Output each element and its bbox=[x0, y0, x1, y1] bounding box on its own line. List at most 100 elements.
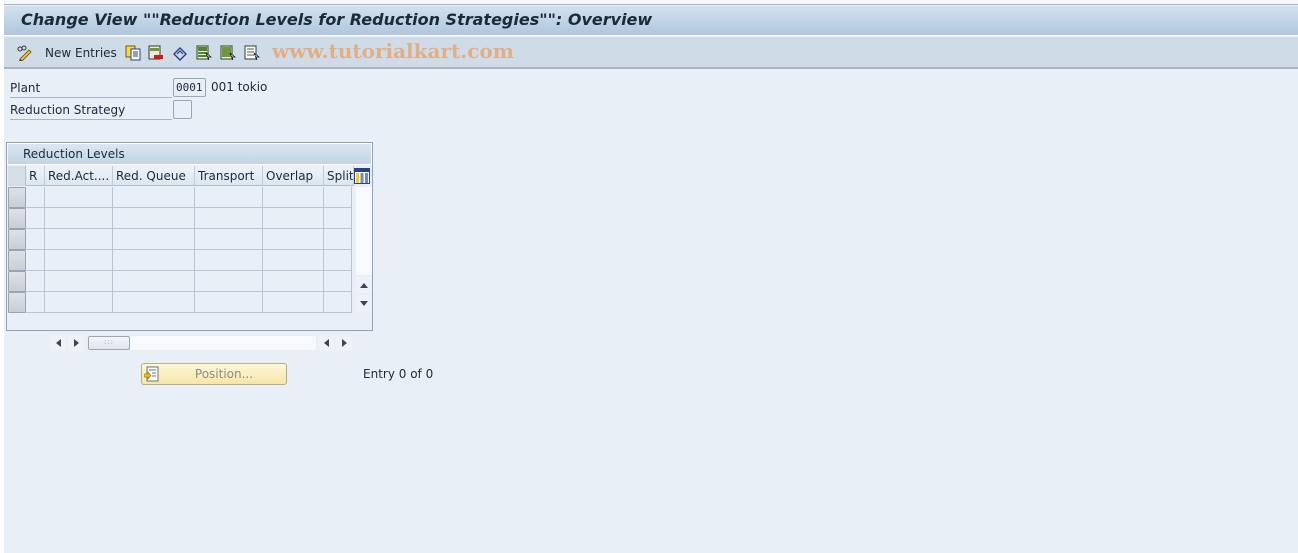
column-header[interactable]: Red. Queue bbox=[113, 166, 195, 186]
scroll-left-button[interactable] bbox=[50, 335, 66, 351]
pencil-glasses-icon bbox=[17, 45, 32, 61]
arrow-down-icon bbox=[360, 300, 368, 306]
copy-as-button[interactable] bbox=[125, 44, 141, 62]
column-header[interactable]: Split bbox=[324, 166, 354, 186]
table-cell[interactable] bbox=[324, 250, 352, 271]
table-cell[interactable] bbox=[195, 187, 263, 208]
table-cell[interactable] bbox=[45, 292, 113, 313]
table-cell[interactable] bbox=[113, 292, 195, 313]
display-change-button[interactable] bbox=[16, 44, 32, 62]
reduction-strategy-input[interactable] bbox=[173, 100, 192, 119]
scroll-up-button[interactable] bbox=[356, 277, 372, 293]
select-block-icon bbox=[220, 45, 236, 61]
table-cell[interactable] bbox=[113, 229, 195, 250]
arrow-left-icon bbox=[55, 339, 61, 347]
position-button-label: Position... bbox=[194, 367, 254, 381]
arrow-right-icon bbox=[73, 339, 79, 347]
column-configuration-icon[interactable] bbox=[354, 168, 370, 184]
table-cell[interactable] bbox=[324, 271, 352, 292]
table-cell[interactable] bbox=[263, 208, 324, 229]
column-header[interactable]: Overlap bbox=[263, 166, 324, 186]
deselect-all-button[interactable] bbox=[244, 44, 260, 62]
page-title: Change View ""Reduction Levels for Reduc… bbox=[21, 10, 653, 29]
entry-count: Entry 0 of 0 bbox=[363, 367, 434, 381]
new-entries-label: New Entries bbox=[45, 46, 117, 60]
table-cell[interactable] bbox=[195, 208, 263, 229]
undo-change-button[interactable] bbox=[172, 44, 188, 62]
row-selector[interactable] bbox=[8, 271, 26, 292]
title-bar: Change View ""Reduction Levels for Reduc… bbox=[4, 6, 1298, 36]
application-toolbar: New Entries www.tutorialkart.com bbox=[4, 37, 1298, 69]
position-button[interactable]: Position... bbox=[141, 363, 287, 385]
column-header[interactable]: Red.Act.... bbox=[45, 166, 113, 186]
reduction-strategy-label: Reduction Strategy bbox=[10, 100, 172, 120]
table-cell[interactable] bbox=[195, 271, 263, 292]
table-cell[interactable] bbox=[26, 208, 45, 229]
arrow-up-icon bbox=[360, 282, 368, 288]
row-selector[interactable] bbox=[8, 208, 26, 229]
row-selector[interactable] bbox=[8, 292, 26, 313]
table-cell[interactable] bbox=[26, 229, 45, 250]
row-selector[interactable] bbox=[8, 250, 26, 271]
table-cell[interactable] bbox=[324, 292, 352, 313]
table-cell[interactable] bbox=[26, 271, 45, 292]
table-cell[interactable] bbox=[263, 229, 324, 250]
row-selector[interactable] bbox=[8, 229, 26, 250]
table-cell[interactable] bbox=[45, 229, 113, 250]
horizontal-scroll-thumb[interactable]: ::: bbox=[88, 336, 130, 350]
delete-button[interactable] bbox=[148, 44, 164, 62]
table-cell[interactable] bbox=[195, 229, 263, 250]
arrow-right-icon bbox=[341, 339, 347, 347]
table-cell[interactable] bbox=[195, 292, 263, 313]
table-cell[interactable] bbox=[263, 271, 324, 292]
scroll-down-button[interactable] bbox=[356, 295, 372, 311]
vertical-scrollbar[interactable] bbox=[356, 187, 372, 313]
undo-icon bbox=[173, 47, 187, 61]
table-cell[interactable] bbox=[45, 208, 113, 229]
scroll-right-fixed-button[interactable] bbox=[336, 335, 352, 351]
table-cell[interactable] bbox=[263, 292, 324, 313]
delete-row-icon bbox=[148, 45, 163, 60]
row-selector[interactable] bbox=[8, 187, 26, 208]
table-cell[interactable] bbox=[113, 187, 195, 208]
table-title-bar: Reduction Levels bbox=[7, 143, 372, 165]
column-header[interactable]: R bbox=[26, 166, 45, 186]
scroll-left-fixed-button[interactable] bbox=[318, 335, 334, 351]
table-row bbox=[8, 187, 354, 208]
table-cell[interactable] bbox=[113, 250, 195, 271]
scroll-right-button[interactable] bbox=[68, 335, 84, 351]
watermark-text: www.tutorialkart.com bbox=[272, 39, 514, 63]
table-cell[interactable] bbox=[26, 292, 45, 313]
plant-description: 001 tokio bbox=[211, 80, 268, 94]
table-cell[interactable] bbox=[324, 187, 352, 208]
select-all-icon bbox=[196, 45, 212, 61]
deselect-all-icon bbox=[244, 45, 260, 61]
table-cell[interactable] bbox=[45, 250, 113, 271]
table-row bbox=[8, 250, 354, 271]
table-cell[interactable] bbox=[113, 271, 195, 292]
column-header[interactable]: Transport bbox=[195, 166, 263, 186]
copy-icon bbox=[125, 45, 141, 61]
select-block-button[interactable] bbox=[220, 44, 236, 62]
table-cell[interactable] bbox=[324, 208, 352, 229]
table-cell[interactable] bbox=[45, 271, 113, 292]
select-all-button[interactable] bbox=[196, 44, 212, 62]
vertical-scroll-track[interactable] bbox=[356, 187, 372, 275]
sap-window: Change View ""Reduction Levels for Reduc… bbox=[4, 0, 1298, 553]
table-cell[interactable] bbox=[26, 250, 45, 271]
arrow-left-icon bbox=[323, 339, 329, 347]
select-all-rows-header[interactable] bbox=[8, 166, 26, 186]
table-cell[interactable] bbox=[113, 208, 195, 229]
new-entries-button[interactable]: New Entries bbox=[45, 44, 117, 62]
table-cell[interactable] bbox=[263, 250, 324, 271]
table-row bbox=[8, 271, 354, 292]
horizontal-scrollbar[interactable]: ::: bbox=[50, 335, 354, 351]
table-row bbox=[8, 229, 354, 250]
table-cell[interactable] bbox=[26, 187, 45, 208]
table-cell[interactable] bbox=[263, 187, 324, 208]
table-cell[interactable] bbox=[324, 229, 352, 250]
table-cell[interactable] bbox=[195, 250, 263, 271]
plant-input[interactable]: 0001 bbox=[173, 78, 206, 97]
plant-label: Plant bbox=[10, 78, 172, 98]
table-cell[interactable] bbox=[45, 187, 113, 208]
